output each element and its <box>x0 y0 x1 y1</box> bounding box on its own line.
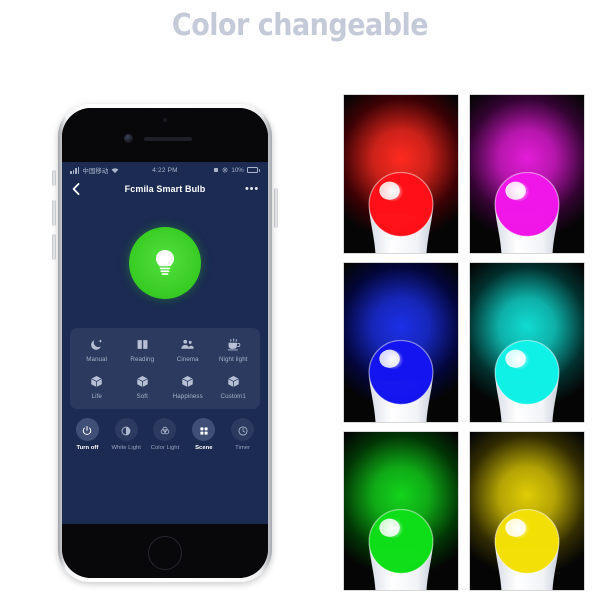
scene-item-label: Happiness <box>172 393 203 400</box>
bottom-tab-bar: Turn off White Light Color Light Scene Timer <box>62 409 268 453</box>
photo-cell-cyan-bulb <box>470 263 584 422</box>
phone-bezel: 中国移动 4:22 PM 10% Fcmila Smart Bulb ••• M… <box>62 108 268 578</box>
scene-item-label: Reading <box>130 356 155 363</box>
photo-cell-red-bulb <box>344 95 458 254</box>
photo-cell-blue-bulb <box>344 263 458 422</box>
scene-item-life[interactable]: Life <box>74 374 120 400</box>
clock-icon <box>237 424 249 436</box>
scene-item-soft[interactable]: Soft <box>120 374 166 400</box>
rotation-lock-icon <box>223 167 228 173</box>
tab-white-light[interactable]: White Light <box>107 418 146 453</box>
scene-item-label: Custom1 <box>220 393 246 400</box>
photo-cell-yellow-bulb <box>470 431 584 590</box>
green-bulb-icon <box>368 508 434 590</box>
coffee-cup-icon <box>226 337 241 351</box>
tab-color-light[interactable]: Color Light <box>146 418 185 453</box>
grid-icon <box>198 424 210 436</box>
cyan-bulb-icon <box>494 340 560 422</box>
scene-panel: Manual Reading Cinema Night light Life Soft Ha… <box>70 328 260 409</box>
earpiece-speaker-icon <box>144 137 192 141</box>
front-camera-icon <box>124 134 133 143</box>
tab-icon-wrap <box>153 418 177 441</box>
contrast-icon <box>120 424 132 436</box>
tab-label: Turn off <box>76 445 99 451</box>
cube-icon <box>180 374 195 388</box>
yellow-bulb-icon <box>494 508 560 590</box>
phone-silent-switch[interactable] <box>52 170 56 186</box>
page-header-title: Fcmila Smart Bulb <box>124 184 206 194</box>
status-bar-right: 10% <box>213 167 260 174</box>
blue-bulb-icon <box>368 340 434 422</box>
proximity-sensor-icon <box>163 118 167 122</box>
cube-icon <box>226 374 241 388</box>
tab-label: Scene <box>195 445 213 451</box>
tab-turn-off[interactable]: Turn off <box>68 418 107 453</box>
tab-label: Color Light <box>150 445 180 451</box>
scene-item-label: Soft <box>136 393 148 400</box>
photo-cell-green-bulb <box>344 431 458 590</box>
magenta-bulb-icon <box>494 171 560 254</box>
phone-volume-down-button[interactable] <box>52 234 56 260</box>
scene-item-label: Life <box>91 393 102 400</box>
page-title: Color changeable <box>171 8 429 43</box>
tab-label: White Light <box>111 445 141 451</box>
red-bulb-icon <box>368 171 434 254</box>
phone-screen: 中国移动 4:22 PM 10% Fcmila Smart Bulb ••• M… <box>62 162 268 524</box>
tab-timer[interactable]: Timer <box>223 418 262 453</box>
phone-body: 中国移动 4:22 PM 10% Fcmila Smart Bulb ••• M… <box>58 104 272 582</box>
scene-grid: Manual Reading Cinema Night light Life Soft Ha… <box>74 337 256 400</box>
scene-item-label: Night light <box>218 356 248 363</box>
phone-power-button[interactable] <box>274 188 278 228</box>
scene-item-label: Cinema <box>176 356 199 363</box>
scene-item-manual[interactable]: Manual <box>74 337 120 363</box>
cube-icon <box>89 374 104 388</box>
phone-mockup: 中国移动 4:22 PM 10% Fcmila Smart Bulb ••• M… <box>46 104 284 582</box>
screenshot-root: Color changeable 中国移动 4:22 PM 10% Fcmila… <box>0 0 600 600</box>
bulb-toggle-stage <box>62 200 268 326</box>
cube-icon <box>135 374 150 388</box>
color-palette-icon <box>159 424 171 436</box>
app-nav-bar: Fcmila Smart Bulb ••• <box>62 178 268 200</box>
home-button[interactable] <box>148 536 182 570</box>
tab-icon-wrap <box>192 418 216 441</box>
power-icon <box>81 424 93 436</box>
scene-item-cinema[interactable]: Cinema <box>165 337 211 363</box>
more-dots-icon[interactable]: ••• <box>245 184 259 195</box>
alarm-icon <box>214 168 219 172</box>
battery-icon <box>246 167 260 173</box>
scene-item-label: Manual <box>86 356 108 363</box>
scene-item-reading[interactable]: Reading <box>120 337 166 363</box>
phone-volume-up-button[interactable] <box>52 200 56 226</box>
phone-bottom-bezel <box>62 524 268 578</box>
battery-percent-label: 10% <box>231 166 244 174</box>
book-icon <box>135 337 150 351</box>
tab-icon-wrap <box>114 418 138 441</box>
tab-icon-wrap <box>231 418 255 441</box>
scene-item-happiness[interactable]: Happiness <box>165 374 211 400</box>
status-bar: 中国移动 4:22 PM 10% <box>62 162 268 178</box>
photo-cell-magenta-bulb <box>470 95 584 254</box>
tab-icon-wrap <box>75 418 99 441</box>
scene-item-night-light[interactable]: Night light <box>211 337 257 363</box>
moon-icon <box>89 337 104 351</box>
light-bulb-icon <box>156 250 174 275</box>
bulb-photo-grid <box>344 95 584 590</box>
tab-scene[interactable]: Scene <box>184 418 223 453</box>
scene-item-custom1[interactable]: Custom1 <box>211 374 257 400</box>
power-toggle-button[interactable] <box>129 227 201 299</box>
people-icon <box>180 337 195 351</box>
tab-label: Timer <box>235 445 250 451</box>
phone-top-bezel <box>62 108 268 162</box>
